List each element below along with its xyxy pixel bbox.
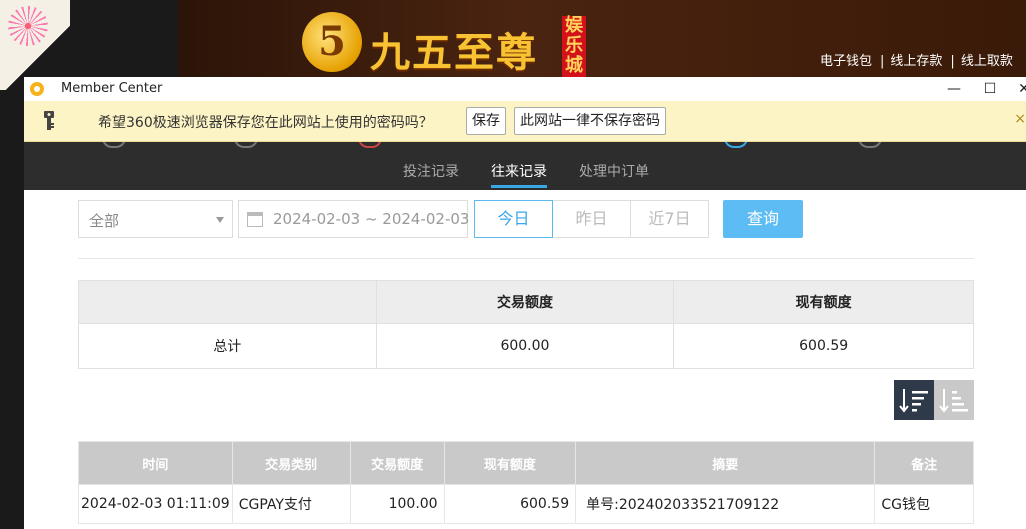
close-window-button[interactable]: ✕ (1012, 79, 1026, 99)
window-titlebar[interactable]: Member Center — ☐ ✕ (24, 77, 1026, 102)
minimize-button[interactable]: — (942, 79, 966, 99)
password-save-bar: 希望360极速浏览器保存您在此网站上使用的密码吗？ 保存 此网站一律不保存密码 … (24, 101, 1026, 142)
cell-balance: 600.59 (443, 484, 577, 524)
records-content: 全部 2024-02-03 ~ 2024-02-03 今日 昨日 近7日 查询 … (24, 190, 1026, 529)
link-separator: | (950, 54, 955, 69)
cell-amount: 100.00 (349, 484, 445, 524)
link-e-wallet[interactable]: 电子钱包 (820, 54, 872, 69)
col-header-note: 备注 (874, 441, 974, 485)
never-save-password-button[interactable]: 此网站一律不保存密码 (514, 107, 666, 135)
col-header-summary: 摘要 (575, 441, 876, 485)
date-range-input[interactable]: 2024-02-03 ~ 2024-02-03 (238, 200, 470, 238)
save-password-button[interactable]: 保存 (466, 107, 506, 135)
record-tabs: 投注记录 往来记录 处理中订单 (24, 153, 1026, 189)
cell-summary: 单号:202402033521709122 (575, 484, 876, 524)
link-online-deposit[interactable]: 线上存款 (890, 54, 942, 69)
logo-number: 5 (318, 18, 346, 65)
range-yesterday-button[interactable]: 昨日 (552, 200, 631, 238)
col-header-type: 交易类别 (231, 441, 351, 485)
cell-time: 2024-02-03 01:11:09 (78, 484, 233, 524)
close-password-bar-icon[interactable]: × (1014, 111, 1026, 127)
tab-bet-records[interactable]: 投注记录 (403, 161, 459, 181)
summary-table: 交易额度 现有额度 总计 600.00 600.59 (78, 280, 974, 369)
sort-descending-button[interactable] (894, 380, 934, 420)
active-tab-indicator (491, 185, 547, 188)
section-divider (78, 258, 974, 259)
site-top-links: 电子钱包 | 线上存款 | 线上取款 (820, 50, 1015, 69)
chevron-down-icon (216, 217, 224, 223)
calendar-icon (247, 212, 263, 227)
member-center-window: Member Center — ☐ ✕ 希望360极速浏览器保存您在此网站上使用… (24, 77, 1026, 529)
site-logo-text: 九五至尊 (370, 29, 538, 76)
window-title: Member Center (61, 81, 163, 96)
col-header-amount: 交易额度 (349, 441, 445, 485)
maximize-button[interactable]: ☐ (978, 79, 1002, 99)
quick-range-group: 今日 昨日 近7日 (474, 200, 709, 238)
range-7days-button[interactable]: 近7日 (630, 200, 709, 238)
summary-header-balance: 现有额度 (673, 280, 974, 324)
col-header-time: 时间 (78, 441, 233, 485)
password-prompt-text: 希望360极速浏览器保存您在此网站上使用的密码吗？ (98, 115, 433, 131)
link-online-withdraw[interactable]: 线上取款 (961, 54, 1013, 69)
sort-ascending-button[interactable] (934, 380, 974, 420)
cell-type: CGPAY支付 (231, 484, 351, 524)
sort-toggle (894, 380, 974, 420)
col-header-balance: 现有额度 (443, 441, 577, 485)
table-row: 2024-02-03 01:11:09 CGPAY支付 100.00 600.5… (78, 484, 974, 524)
tab-pending-orders[interactable]: 处理中订单 (579, 161, 649, 181)
range-today-button[interactable]: 今日 (474, 200, 553, 238)
summary-total-balance: 600.59 (673, 323, 974, 369)
firework-icon (8, 6, 48, 46)
app-icon (30, 82, 44, 96)
transaction-table: 时间 交易类别 交易额度 现有额度 摘要 备注 2024-02-03 01:11… (78, 441, 974, 524)
link-separator: | (880, 54, 885, 69)
tab-transaction-records[interactable]: 往来记录 (491, 161, 547, 181)
query-button[interactable]: 查询 (723, 200, 803, 238)
key-icon (44, 111, 54, 130)
summary-header-blank (78, 280, 377, 324)
summary-total-row: 总计 600.00 600.59 (78, 323, 974, 369)
summary-header-row: 交易额度 现有额度 (78, 280, 974, 324)
transaction-header-row: 时间 交易类别 交易额度 现有额度 摘要 备注 (78, 441, 974, 485)
summary-total-amount: 600.00 (375, 323, 675, 369)
summary-total-label: 总计 (78, 323, 377, 369)
date-range-value: 2024-02-03 ~ 2024-02-03 (273, 210, 470, 228)
sort-ascending-icon (939, 389, 968, 413)
summary-header-amount: 交易额度 (375, 280, 675, 324)
cell-note: CG钱包 (874, 484, 974, 524)
type-select[interactable]: 全部 (78, 200, 233, 238)
site-logo-badge: 娱乐城 (562, 16, 586, 78)
type-select-value: 全部 (89, 212, 120, 230)
sort-descending-icon (899, 389, 928, 413)
site-logo-icon: 5 (302, 12, 362, 72)
